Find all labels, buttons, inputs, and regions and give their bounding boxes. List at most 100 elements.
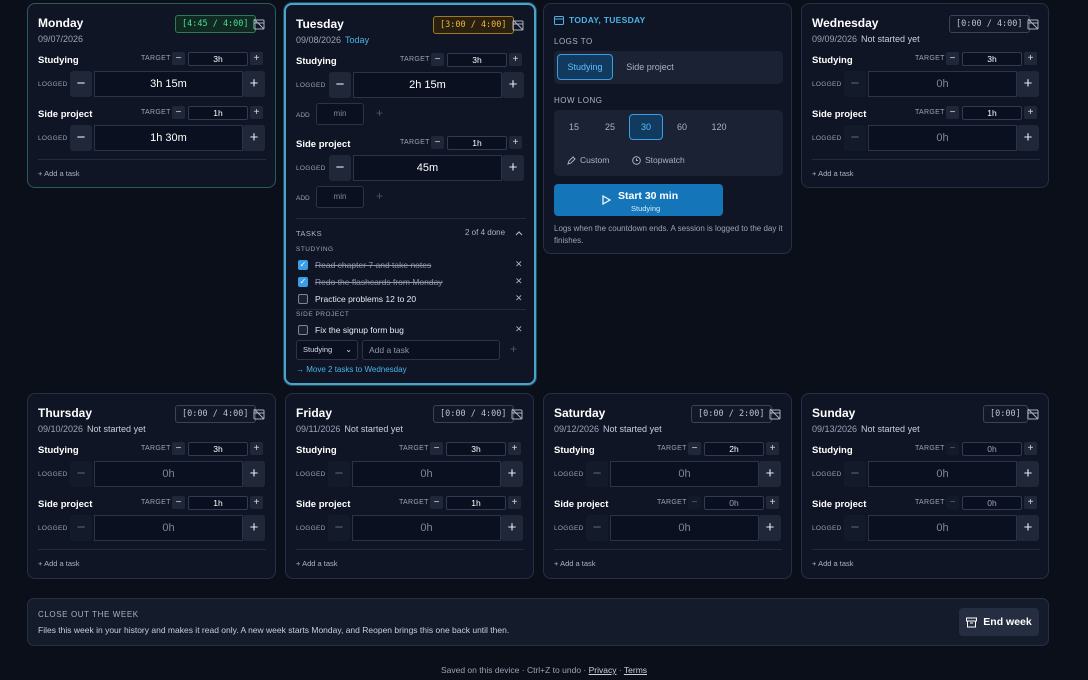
logged-input[interactable]: 0h (94, 515, 243, 541)
task-item[interactable]: ✓ Read chapter 7 and take notes (298, 259, 431, 271)
logged-input[interactable]: 0h (352, 461, 501, 487)
remove-task-button[interactable]: ✕ (515, 293, 523, 304)
checkbox-unchecked[interactable] (298, 325, 308, 335)
add-task-plus-button[interactable]: + (510, 342, 517, 356)
target-plus-button[interactable]: + (250, 106, 263, 119)
logged-input[interactable]: 0h (868, 71, 1017, 97)
target-minus-button[interactable]: − (688, 442, 701, 455)
duration-option-120[interactable]: 120 (701, 114, 737, 140)
logged-plus-button[interactable]: + (501, 461, 523, 487)
logged-minus-button[interactable]: − (70, 71, 92, 97)
target-input[interactable]: 1h (188, 496, 248, 510)
logged-minus-button[interactable]: − (70, 125, 92, 151)
logged-minus-button[interactable]: − (70, 461, 92, 487)
logged-input[interactable]: 0h (868, 515, 1017, 541)
logged-plus-button[interactable]: + (243, 461, 265, 487)
logs-to-option-studying[interactable]: Studying (557, 54, 613, 80)
add-task-link[interactable]: + Add a task (812, 559, 854, 568)
target-input[interactable]: 3h (447, 53, 507, 67)
logged-minus-button[interactable]: − (329, 155, 351, 181)
target-minus-button[interactable]: − (431, 53, 444, 66)
checkbox-unchecked[interactable] (298, 294, 308, 304)
target-plus-button[interactable]: + (509, 136, 522, 149)
logged-plus-button[interactable]: + (501, 515, 523, 541)
target-input[interactable]: 3h (446, 442, 506, 456)
logged-input[interactable]: 0h (610, 515, 759, 541)
logged-minus-button[interactable]: − (70, 515, 92, 541)
logged-input[interactable]: 3h 15m (94, 71, 243, 97)
logged-minus-button[interactable]: − (586, 515, 608, 541)
logged-input[interactable]: 2h 15m (353, 72, 502, 98)
target-input[interactable]: 3h (188, 442, 248, 456)
calendar-off-icon[interactable] (253, 18, 265, 30)
target-minus-button[interactable]: − (172, 52, 185, 65)
target-input[interactable]: 1h (446, 496, 506, 510)
target-input[interactable]: 1h (188, 106, 248, 120)
target-input[interactable]: 1h (962, 106, 1022, 120)
logged-plus-button[interactable]: + (502, 72, 524, 98)
target-plus-button[interactable]: + (508, 442, 521, 455)
move-tasks-link[interactable]: → Move 2 tasks to Wednesday (296, 365, 407, 374)
add-minutes-input[interactable]: min (316, 103, 364, 125)
add-task-input[interactable]: Add a task (362, 340, 500, 360)
logged-minus-button[interactable]: − (844, 461, 866, 487)
custom-duration-button[interactable]: Custom (567, 155, 609, 165)
target-minus-button[interactable]: − (946, 442, 959, 455)
calendar-off-icon[interactable] (512, 19, 524, 31)
logged-minus-button[interactable]: − (844, 71, 866, 97)
target-plus-button[interactable]: + (1024, 496, 1037, 509)
target-input[interactable]: 0h (704, 496, 764, 510)
logged-plus-button[interactable]: + (243, 125, 265, 151)
logs-to-option-side-project[interactable]: Side project (618, 54, 682, 80)
target-minus-button[interactable]: − (430, 442, 443, 455)
logged-minus-button[interactable]: − (844, 125, 866, 151)
target-plus-button[interactable]: + (250, 442, 263, 455)
target-minus-button[interactable]: − (430, 496, 443, 509)
stopwatch-button[interactable]: Stopwatch (632, 155, 685, 165)
logged-minus-button[interactable]: − (586, 461, 608, 487)
add-minutes-plus-button[interactable]: + (376, 189, 383, 203)
logged-input[interactable]: 1h 30m (94, 125, 243, 151)
target-plus-button[interactable]: + (1024, 106, 1037, 119)
logged-plus-button[interactable]: + (759, 515, 781, 541)
target-plus-button[interactable]: + (509, 53, 522, 66)
duration-option-25[interactable]: 25 (593, 114, 627, 140)
logged-plus-button[interactable]: + (1017, 125, 1039, 151)
logged-plus-button[interactable]: + (1017, 71, 1039, 97)
target-input[interactable]: 3h (188, 52, 248, 66)
calendar-off-icon[interactable] (769, 408, 781, 420)
logged-plus-button[interactable]: + (243, 71, 265, 97)
target-minus-button[interactable]: − (172, 496, 185, 509)
add-task-link[interactable]: + Add a task (554, 559, 596, 568)
logged-plus-button[interactable]: + (1017, 461, 1039, 487)
logged-plus-button[interactable]: + (1017, 515, 1039, 541)
add-task-link[interactable]: + Add a task (812, 169, 854, 178)
calendar-off-icon[interactable] (1027, 18, 1039, 30)
logged-input[interactable]: 0h (868, 461, 1017, 487)
duration-option-15[interactable]: 15 (557, 114, 591, 140)
logged-minus-button[interactable]: − (328, 461, 350, 487)
duration-option-30[interactable]: 30 (629, 114, 663, 140)
chevron-up-icon[interactable] (515, 230, 523, 236)
logged-input[interactable]: 45m (353, 155, 502, 181)
logged-input[interactable]: 0h (868, 125, 1017, 151)
add-minutes-plus-button[interactable]: + (376, 106, 383, 120)
duration-option-60[interactable]: 60 (665, 114, 699, 140)
task-category-select[interactable]: Studying ⌄ (296, 340, 358, 360)
target-minus-button[interactable]: − (688, 496, 701, 509)
remove-task-button[interactable]: ✕ (515, 324, 523, 335)
add-task-link[interactable]: + Add a task (38, 169, 80, 178)
target-minus-button[interactable]: − (431, 136, 444, 149)
target-minus-button[interactable]: − (172, 442, 185, 455)
target-input[interactable]: 2h (704, 442, 764, 456)
target-plus-button[interactable]: + (766, 496, 779, 509)
remove-task-button[interactable]: ✕ (515, 276, 523, 287)
logged-input[interactable]: 0h (352, 515, 501, 541)
task-item[interactable]: Fix the signup form bug (298, 324, 404, 336)
target-input[interactable]: 0h (962, 442, 1022, 456)
target-input[interactable]: 3h (962, 52, 1022, 66)
target-input[interactable]: 0h (962, 496, 1022, 510)
add-task-link[interactable]: + Add a task (296, 559, 338, 568)
target-plus-button[interactable]: + (250, 52, 263, 65)
logged-plus-button[interactable]: + (759, 461, 781, 487)
